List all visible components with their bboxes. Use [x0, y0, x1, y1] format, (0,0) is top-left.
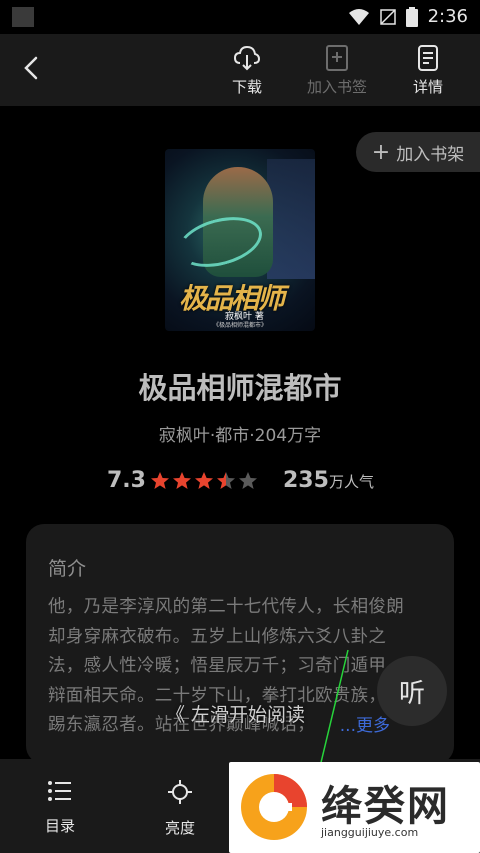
brightness-button[interactable]: 亮度: [145, 779, 215, 838]
bookmark-add-icon: [326, 45, 348, 71]
plus-icon: +: [371, 139, 391, 165]
intro-line: 却身穿麻衣破布。五岁上山修炼六爻八卦之: [48, 626, 387, 647]
top-toolbar: 下载 加入书签 详情: [0, 34, 480, 106]
details-label: 详情: [412, 78, 443, 96]
star-icon: [217, 472, 235, 489]
details-button[interactable]: 详情: [392, 44, 464, 97]
brightness-icon: [168, 780, 192, 804]
battery-icon: [405, 6, 418, 27]
toc-label: 目录: [44, 817, 75, 835]
add-to-shelf-button[interactable]: + 加入书架: [356, 132, 480, 172]
intro-heading: 简介: [48, 558, 87, 580]
document-icon: [418, 45, 438, 71]
book-title: 极品相师混都市: [138, 371, 342, 405]
intro-line: 法，感人性冷暖；悟星辰万千；习奇门遁甲，: [48, 656, 404, 676]
cover-city-art: [267, 159, 315, 279]
status-bar: 2:36: [0, 0, 480, 34]
add-to-shelf-label: 加入书架: [396, 144, 465, 165]
popularity-unit: 万人气: [328, 473, 374, 491]
book-meta: 寂枫叶·都市·204万字: [158, 426, 322, 446]
star-icon: [173, 472, 191, 489]
cover-footer: 《极品相师混都市》: [212, 322, 267, 329]
popularity: 235万人气: [283, 468, 374, 493]
star-icon: [195, 472, 213, 489]
no-signal-icon: [379, 8, 396, 25]
intro-card[interactable]: 简介 他，乃是李淳风的第二十七代传人，长相俊朗 却身穿麻衣破布。五岁上山修炼六爻…: [26, 524, 454, 764]
cloud-download-icon: [233, 45, 261, 71]
rating-score: 7.3: [107, 468, 146, 493]
intro-line: 他，乃是李淳风的第二十七代传人，长相俊朗: [48, 597, 404, 617]
watermark-url: jiangguijiuye.com: [321, 826, 419, 839]
swipe-to-read-hint: 《 左滑开始阅读: [166, 704, 306, 726]
book-cover[interactable]: 极品相师 寂枫叶 著 《极品相师混都市》: [165, 149, 315, 331]
toc-button[interactable]: 目录: [25, 779, 95, 836]
watermark-title: 绛癸网: [321, 782, 450, 830]
star-icon: [151, 472, 169, 489]
back-arrow-icon: [24, 56, 38, 80]
back-button[interactable]: [18, 52, 48, 84]
rating-row: 7.3 235万人气: [0, 468, 480, 498]
notification-icon: [12, 7, 34, 27]
download-label: 下载: [231, 78, 262, 96]
site-watermark: 绛癸网 jiangguijiuye.com: [229, 762, 480, 853]
star-icon: [239, 472, 257, 489]
add-bookmark-label: 加入书签: [306, 78, 367, 96]
add-bookmark-button[interactable]: 加入书签: [301, 44, 373, 97]
status-time: 2:36: [427, 6, 468, 27]
wifi-icon: [348, 8, 369, 25]
brightness-label: 亮度: [164, 819, 195, 837]
list-icon: [48, 781, 71, 801]
listen-button[interactable]: 听: [377, 656, 447, 726]
download-button[interactable]: 下载: [211, 44, 283, 97]
watermark-logo-icon: [241, 774, 307, 840]
rating-stars: [150, 471, 258, 491]
more-link[interactable]: ...更多: [340, 711, 390, 736]
popularity-number: 235: [283, 468, 329, 493]
